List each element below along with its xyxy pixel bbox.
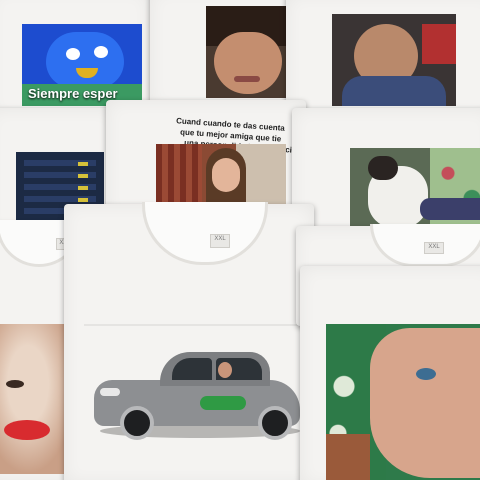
shirt-top-middle xyxy=(150,0,300,110)
print-face-closeup xyxy=(206,6,288,98)
print-dog-photo xyxy=(350,148,480,232)
car-logo xyxy=(200,396,246,410)
shirt-crease xyxy=(84,324,304,326)
selfie-eye xyxy=(416,368,436,380)
shirt-tag-right: XXL xyxy=(424,242,444,254)
car-window-front xyxy=(172,358,212,380)
print-man-selfie xyxy=(326,324,480,480)
face-mouth xyxy=(234,76,260,82)
blue-character-head xyxy=(46,32,124,88)
dog-person-arm xyxy=(420,198,480,220)
blue-character-caption: Siempre esper xyxy=(28,86,118,101)
photo-curtain xyxy=(156,144,202,210)
collar-bottom-center xyxy=(142,202,268,265)
shirt-bottom-right xyxy=(300,266,480,480)
print-car xyxy=(90,344,306,444)
dog-head-patch xyxy=(368,156,398,180)
car-wheel-front xyxy=(120,406,154,440)
portrait-body xyxy=(342,76,446,106)
blue-character-eye-left xyxy=(66,48,80,60)
cat-eye xyxy=(6,380,24,388)
print-blue-character: Siempre esper xyxy=(22,24,142,106)
photo-scene: Siempre esper Cuand cuando te das cuenta… xyxy=(0,0,480,480)
car-driver xyxy=(218,362,232,378)
car-headlight xyxy=(100,388,120,396)
print-girl-photo xyxy=(156,144,286,210)
portrait-bg-red xyxy=(422,24,456,64)
shirt-tag-center: XXL xyxy=(210,234,230,248)
shirt-top-right xyxy=(286,0,480,120)
shirt-bottom-center: XXL xyxy=(64,202,314,480)
cat-lips xyxy=(4,420,50,440)
selfie-face xyxy=(370,328,480,478)
car-wheel-rear xyxy=(258,406,292,440)
face-skin xyxy=(214,32,282,94)
selfie-pot xyxy=(326,434,370,480)
blue-character-eye-right xyxy=(94,46,108,58)
girl-face xyxy=(212,158,240,192)
print-person-portrait xyxy=(332,14,456,106)
